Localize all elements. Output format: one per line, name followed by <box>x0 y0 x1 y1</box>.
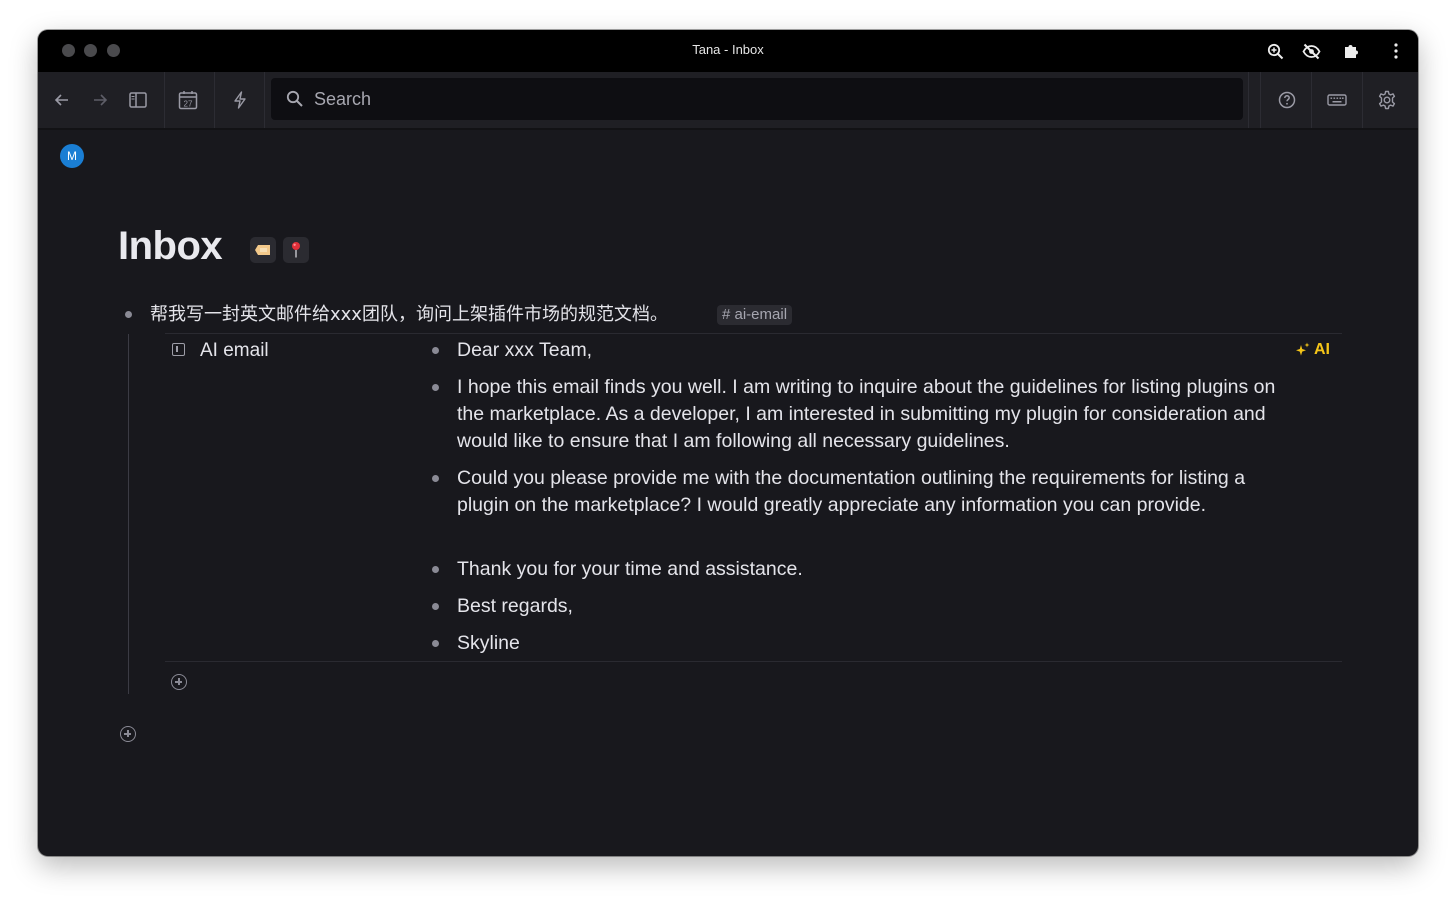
field-value[interactable]: I hope this email finds you well. I am w… <box>457 374 1277 455</box>
field-value[interactable]: Could you please provide me with the doc… <box>457 465 1277 519</box>
field-divider-top <box>165 333 1342 334</box>
search-placeholder: Search <box>314 88 372 109</box>
node-text[interactable]: 帮我写一封英文邮件给xxx团队，询问上架插件市场的规范文档。 <box>150 301 668 328</box>
zoom-in-icon[interactable] <box>1264 40 1286 62</box>
page-title: Inbox <box>118 224 223 268</box>
node-children-guide <box>128 334 129 694</box>
help-circle-icon[interactable] <box>1273 86 1301 114</box>
field-divider-bottom <box>165 661 1342 662</box>
calendar-icon[interactable]: 27 <box>174 86 202 114</box>
field-value[interactable]: Dear xxx Team, <box>457 337 1277 364</box>
pin-icon[interactable] <box>283 237 309 263</box>
value-bullet[interactable] <box>432 640 439 647</box>
field-name[interactable]: AI email <box>200 337 269 364</box>
lightning-icon[interactable] <box>226 86 254 114</box>
field-value[interactable]: Skyline <box>457 630 1277 657</box>
value-bullet[interactable] <box>432 475 439 482</box>
value-bullet[interactable] <box>432 603 439 610</box>
avatar[interactable]: M <box>60 144 84 168</box>
ai-generate-button[interactable]: AI <box>1296 341 1330 359</box>
arrow-left-icon[interactable] <box>48 86 76 114</box>
toolbar-divider <box>264 72 265 128</box>
ai-label: AI <box>1314 341 1330 358</box>
eye-off-icon[interactable] <box>1300 40 1322 62</box>
more-vertical-icon[interactable] <box>1385 40 1407 62</box>
value-bullet[interactable] <box>432 347 439 354</box>
gear-icon[interactable] <box>1373 86 1401 114</box>
toolbar-divider <box>164 72 165 128</box>
tag-icon[interactable] <box>250 237 276 263</box>
title-bar: Tana - Inbox <box>38 30 1418 72</box>
app-window: Tana - Inbox 27 Search M Inbox 帮我写一封英文邮件… <box>38 30 1418 856</box>
sparkle-icon <box>1296 342 1310 356</box>
add-child-button[interactable] <box>171 674 187 690</box>
field-value[interactable]: Best regards, <box>457 593 1277 620</box>
field-icon <box>172 343 185 356</box>
toolbar-divider <box>1311 72 1312 128</box>
calendar-day: 27 <box>184 99 193 108</box>
value-bullet[interactable] <box>432 384 439 391</box>
field-value[interactable]: Thank you for your time and assistance. <box>457 556 1277 583</box>
puzzle-icon[interactable] <box>1340 40 1362 62</box>
toolbar-divider <box>214 72 215 128</box>
arrow-right-icon[interactable] <box>86 86 114 114</box>
add-node-button[interactable] <box>120 726 136 742</box>
value-bullet[interactable] <box>432 566 439 573</box>
window-title: Tana - Inbox <box>692 42 764 57</box>
toolbar-divider <box>1248 72 1249 128</box>
toolbar-divider <box>1260 72 1261 128</box>
toolbar-divider <box>1362 72 1363 128</box>
search-input[interactable]: Search <box>271 78 1243 120</box>
toolbar: 27 Search <box>38 72 1418 130</box>
search-icon <box>286 90 303 107</box>
node-bullet[interactable] <box>125 311 132 318</box>
tag-ai-email[interactable]: # ai-email <box>717 305 793 325</box>
keyboard-icon[interactable] <box>1323 86 1351 114</box>
sidebar-toggle-icon[interactable] <box>124 86 152 114</box>
